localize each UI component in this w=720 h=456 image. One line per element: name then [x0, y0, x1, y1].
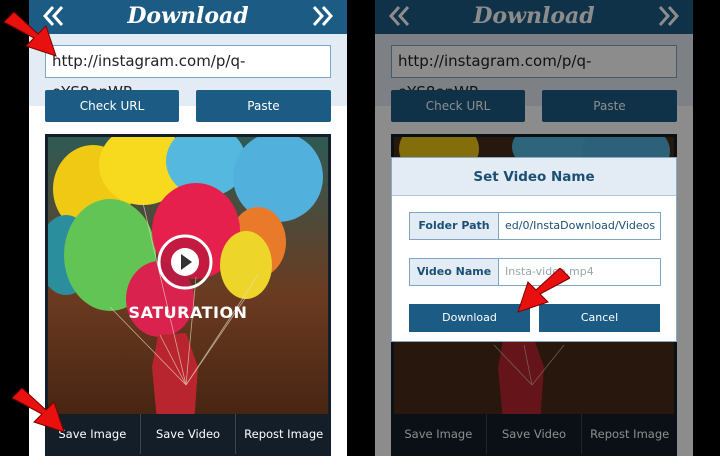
annotation-arrow-icon	[4, 12, 57, 57]
media-preview[interactable]: SATURATION	[45, 134, 331, 456]
forward-nav-button[interactable]	[311, 3, 335, 29]
save-video-button[interactable]: Save Video	[139, 414, 236, 454]
url-input[interactable]: http://instagram.com/p/q-oYS8opWR	[45, 45, 331, 101]
folder-path-input[interactable]: ed/0/InstaDownload/Videos	[499, 212, 661, 240]
phone-screen-left: Download http://instagram.com/p/q-oYS8op…	[29, 0, 347, 456]
action-bar: Save Image Save Video Repost Image	[45, 414, 331, 454]
header-title: Download	[127, 3, 249, 29]
play-icon	[157, 234, 213, 290]
annotation-arrow-icon	[12, 388, 65, 433]
check-url-button[interactable]: Check URL	[45, 90, 179, 122]
video-name-label: Video Name	[409, 258, 499, 286]
chevron-double-right-icon	[312, 6, 334, 26]
paste-button[interactable]: Paste	[196, 90, 331, 122]
photo-watermark: SATURATION	[128, 303, 248, 322]
dialog-title: Set Video Name	[392, 158, 676, 196]
phone-screen-right: Download http://instagram.com/p/q-oYS8op…	[375, 0, 693, 456]
annotation-arrow-icon	[517, 268, 570, 313]
download-button[interactable]: Download	[409, 304, 530, 332]
balloon-photo	[48, 137, 328, 453]
play-button[interactable]	[155, 232, 215, 292]
repost-image-button[interactable]: Repost Image	[235, 414, 331, 454]
folder-path-label: Folder Path	[409, 212, 499, 240]
app-header: Download	[29, 0, 347, 34]
